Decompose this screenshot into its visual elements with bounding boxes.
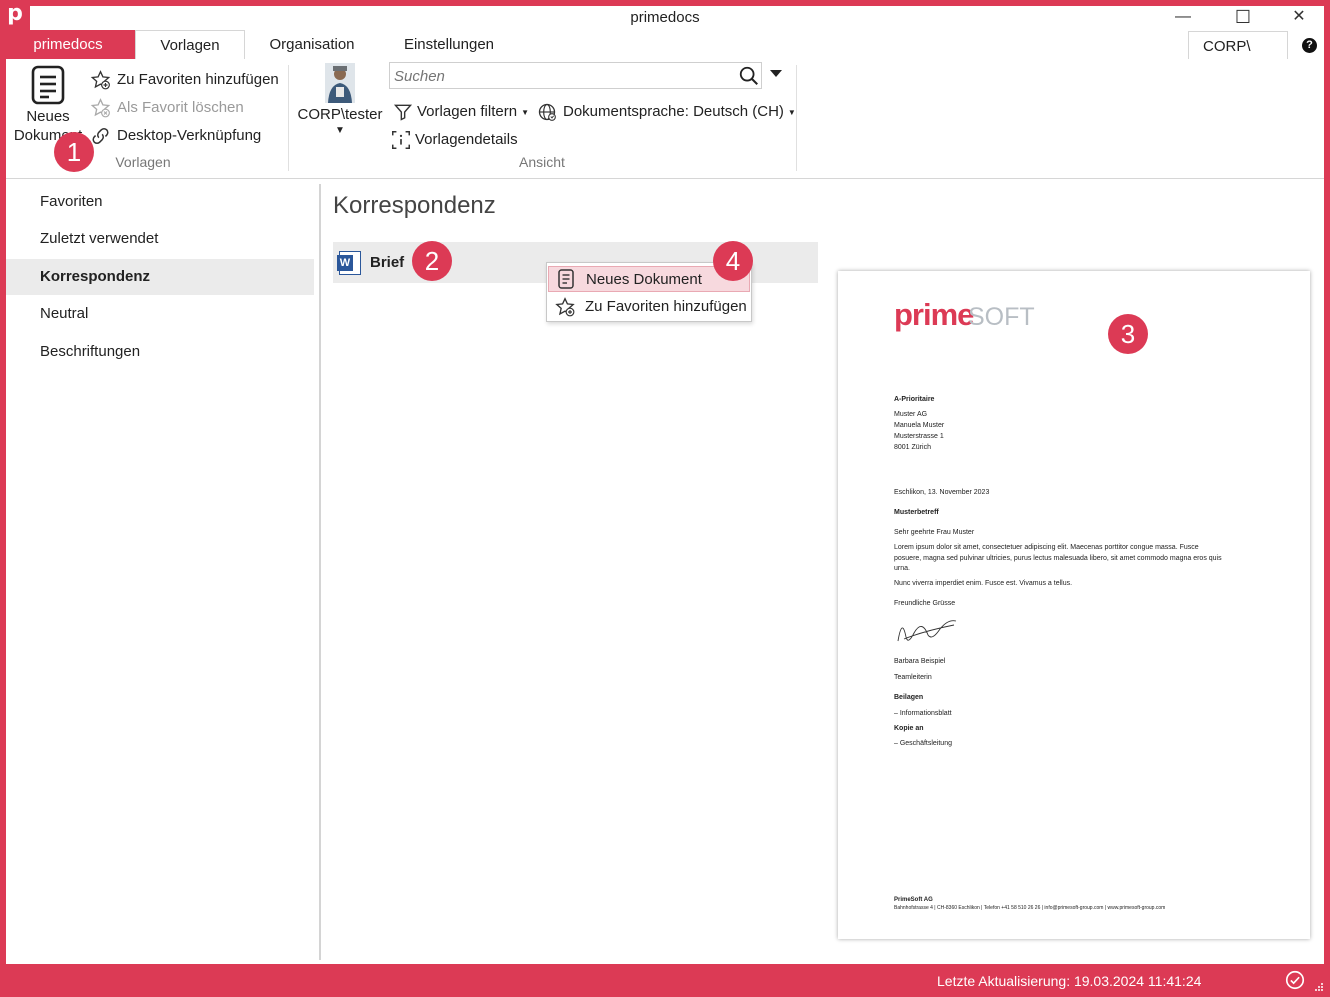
template-details-label: Vorlagendetails <box>415 130 518 148</box>
context-menu-add-favorite-label: Zu Favoriten hinzufügen <box>585 298 747 315</box>
new-document-label-1: Neues <box>26 108 70 125</box>
filter-templates-label: Vorlagen filtern <box>417 102 518 120</box>
link-icon <box>92 127 109 145</box>
sidebar-item-zuletzt-verwendet[interactable]: Zuletzt verwendet <box>6 221 314 257</box>
preview-address-line: Muster AG <box>894 411 928 418</box>
preview-body-line: Lorem ipsum dolor sit amet, consectetuer… <box>894 544 1199 551</box>
context-menu-add-favorite[interactable]: Zu Favoriten hinzufügen <box>548 294 750 320</box>
word-icon: W <box>337 251 361 275</box>
template-details-button[interactable]: Vorlagendetails <box>390 129 518 151</box>
annotation-badge-3: 3 <box>1108 314 1148 354</box>
language-dropdown-icon: ▼ <box>787 107 796 117</box>
search-options-dropdown-icon[interactable] <box>770 70 782 77</box>
preview-copy-label: Kopie an <box>894 725 924 732</box>
group-label-ansicht: Ansicht <box>519 154 565 170</box>
document-icon <box>558 269 574 289</box>
star-add-icon <box>555 297 575 317</box>
ribbon-separator <box>796 65 797 171</box>
user-dropdown-icon: ▼ <box>335 125 345 136</box>
tab-primedocs[interactable]: primedocs <box>0 30 136 59</box>
search-box <box>389 62 762 90</box>
last-update-status: Letzte Aktualisierung: 19.03.2024 11:41:… <box>937 973 1202 989</box>
sidebar-item-beschriftungen[interactable]: Beschriftungen <box>6 334 314 370</box>
preview-footer-line: Bahnhofstrasse 4 | CH-8360 Eschlikon | T… <box>894 905 1166 911</box>
star-add-icon <box>90 70 111 90</box>
annotation-badge-2: 2 <box>412 241 452 281</box>
section-title: Korrespondenz <box>333 192 496 219</box>
maximize-button[interactable]: ☐ <box>1220 6 1266 30</box>
annotation-badge-1: 1 <box>54 132 94 172</box>
close-button[interactable]: ✕ <box>1276 6 1322 30</box>
filter-templates-button[interactable]: Vorlagen filtern ▼ <box>393 102 529 122</box>
tab-einstellungen[interactable]: Einstellungen <box>389 30 509 59</box>
preview-body-line: posuere, magna sed pulvinar ultricies, p… <box>894 555 1222 562</box>
preview-address-line: Musterstrasse 1 <box>894 433 944 440</box>
preview-logo-soft: SOFT <box>968 303 1035 331</box>
context-menu-new-document-label: Neues Dokument <box>586 271 702 288</box>
preview-body-line: Nunc viverra imperdiet enim. Fusce est. … <box>894 580 1073 587</box>
preview-address-line: 8001 Zürich <box>894 444 931 451</box>
check-circle-icon <box>1285 970 1305 990</box>
preview-salutation: Sehr geehrte Frau Muster <box>894 529 975 536</box>
search-input[interactable] <box>390 63 726 90</box>
document-language-button[interactable]: Dokumentsprache: Deutsch (CH) ▼ <box>537 102 796 122</box>
desktop-shortcut-button[interactable]: Desktop-Verknüpfung <box>90 126 261 146</box>
preview-logo-prime: prime <box>894 297 974 332</box>
filter-dropdown-icon: ▼ <box>521 107 529 117</box>
document-language-label: Dokumentsprache: Deutsch (CH) <box>563 102 784 120</box>
sidebar-item-korrespondenz[interactable]: Korrespondenz <box>6 259 314 295</box>
preview-signer-name: Barbara Beispiel <box>894 658 946 665</box>
organization-selector[interactable]: CORP\ <box>1188 31 1288 59</box>
preview-address-line: Manuela Muster <box>894 422 945 429</box>
signature-icon <box>897 620 957 642</box>
help-icon[interactable]: ? <box>1302 38 1317 53</box>
preview-closing: Freundliche Grüsse <box>894 600 956 607</box>
user-button[interactable]: CORP\tester ▼ <box>295 63 385 136</box>
window-title: primedocs <box>630 9 700 26</box>
resize-grip-icon[interactable] <box>1314 982 1324 992</box>
sidebar-item-favoriten[interactable]: Favoriten <box>6 184 314 220</box>
add-favorite-label: Zu Favoriten hinzufügen <box>117 70 279 88</box>
preview-enclosures-label: Beilagen <box>894 694 924 701</box>
star-remove-icon <box>90 98 111 118</box>
annotation-badge-4: 4 <box>713 241 753 281</box>
menu-tabs: primedocs Vorlagen Organisation Einstell… <box>0 30 1324 61</box>
ribbon: Neues Dokument Zu Favoriten hinzufügen A… <box>6 59 1324 179</box>
sidebar-splitter[interactable] <box>319 184 321 960</box>
search-icon[interactable] <box>738 65 760 87</box>
preview-copy: – Geschäftsleitung <box>894 740 952 747</box>
desktop-shortcut-label: Desktop-Verknüpfung <box>117 126 262 144</box>
filter-icon <box>393 104 413 121</box>
template-preview: prime SOFT A-Prioritaire Muster AG Manue… <box>838 271 1310 939</box>
info-icon <box>392 131 410 149</box>
document-icon <box>31 65 65 105</box>
title-bar: p primedocs — ☐ ✕ <box>0 0 1324 30</box>
tab-vorlagen[interactable]: Vorlagen <box>135 30 245 61</box>
remove-favorite-button[interactable]: Als Favorit löschen <box>90 98 244 118</box>
template-name: Brief <box>370 254 405 271</box>
remove-favorite-label: Als Favorit löschen <box>117 98 244 116</box>
user-label: CORP\tester <box>297 106 383 123</box>
minimize-button[interactable]: — <box>1160 6 1206 30</box>
preview-shipping: A-Prioritaire <box>894 396 935 403</box>
preview-subject: Musterbetreff <box>894 509 939 516</box>
user-avatar-icon <box>325 63 355 103</box>
app-window: p primedocs — ☐ ✕ primedocs Vorlagen Org… <box>0 0 1324 964</box>
status-bar: Letzte Aktualisierung: 19.03.2024 11:41:… <box>0 964 1330 997</box>
preview-body-line: urna. <box>894 565 910 572</box>
sidebar-item-neutral[interactable]: Neutral <box>6 296 314 332</box>
category-sidebar: Favoriten Zuletzt verwendet Korresponden… <box>6 179 314 964</box>
globe-icon <box>538 103 556 121</box>
tab-organisation[interactable]: Organisation <box>256 30 368 59</box>
add-favorite-button[interactable]: Zu Favoriten hinzufügen <box>90 70 279 90</box>
preview-date: Eschlikon, 13. November 2023 <box>894 489 990 496</box>
word-glyph: W <box>337 255 353 271</box>
group-label-vorlagen: Vorlagen <box>115 154 171 170</box>
preview-enclosures: – Informationsblatt <box>894 710 952 717</box>
preview-signer-role: Teamleiterin <box>894 674 932 681</box>
